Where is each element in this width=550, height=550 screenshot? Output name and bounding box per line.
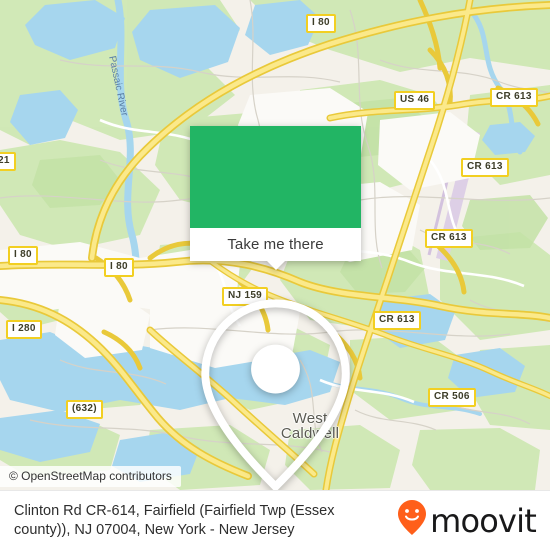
moovit-wordmark: moovit (430, 501, 537, 540)
moovit-smiling-pin-icon (397, 499, 427, 542)
road-shield: 21 (0, 152, 16, 171)
road-shield: (632) (66, 400, 103, 419)
address-caption: Clinton Rd CR-614, Fairfield (Fairfield … (14, 502, 335, 538)
callout-footer[interactable]: Take me there (190, 228, 361, 270)
map-canvas[interactable]: I 80 US 46 CR 613 CR 613 CR 613 21 I 80 I 80 I 2… (0, 0, 550, 490)
osm-attribution[interactable]: © OpenStreetMap contributors (0, 466, 181, 487)
location-callout-card[interactable]: Take me there (190, 126, 361, 490)
map-pin-icon (190, 150, 361, 490)
road-shield: CR 613 (425, 229, 473, 248)
road-shield: I 80 (104, 258, 134, 277)
road-shield: US 46 (394, 91, 436, 110)
footer-bar: Clinton Rd CR-614, Fairfield (Fairfield … (0, 490, 550, 550)
moovit-logo[interactable]: moovit (397, 499, 550, 542)
map-screenshot: I 80 US 46 CR 613 CR 613 CR 613 21 I 80 I 80 I 2… (0, 0, 550, 550)
callout-header (190, 126, 361, 490)
road-shield: I 80 (306, 14, 336, 33)
take-me-there-label: Take me there (227, 236, 324, 253)
road-shield: CR 613 (373, 311, 421, 330)
callout-pointer (266, 261, 285, 270)
road-shield: CR 613 (490, 88, 538, 107)
road-shield: CR 506 (428, 388, 476, 407)
road-shield: CR 613 (461, 158, 509, 177)
road-shield: I 80 (8, 246, 38, 265)
road-shield: I 280 (6, 320, 42, 339)
